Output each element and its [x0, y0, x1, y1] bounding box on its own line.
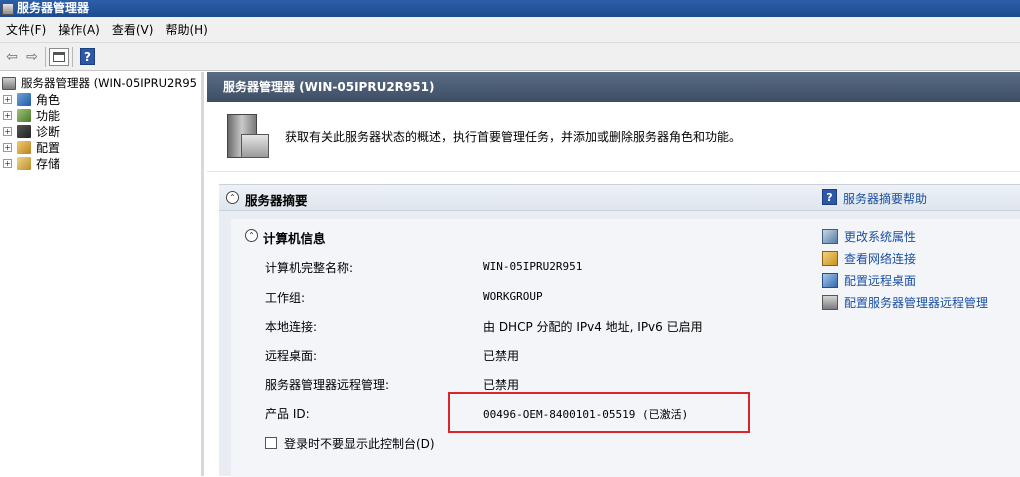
- view-network-connections-link[interactable]: 查看网络连接: [844, 250, 916, 267]
- change-system-properties-link[interactable]: 更改系统属性: [844, 228, 916, 245]
- expand-icon[interactable]: +: [3, 142, 12, 152]
- tree-item-diagnostics[interactable]: + 诊断: [0, 123, 201, 139]
- window-title: 服务器管理器: [17, 1, 90, 15]
- remote-management-label: 服务器管理器远程管理:: [265, 378, 390, 392]
- expand-icon[interactable]: +: [3, 126, 12, 136]
- expand-icon[interactable]: +: [3, 110, 12, 120]
- tree-item-label: 角色: [36, 92, 61, 107]
- tree-item-label: 功能: [36, 108, 61, 123]
- toolbar-separator: [45, 46, 46, 67]
- system-properties-icon: [822, 229, 838, 244]
- hide-console-label[interactable]: 登录时不要显示此控制台(D): [284, 435, 435, 452]
- expand-icon[interactable]: +: [3, 158, 12, 168]
- menu-action[interactable]: 操作(A): [52, 17, 106, 43]
- remote-desktop-value: 已禁用: [483, 349, 520, 363]
- collapse-icon[interactable]: ⌃: [245, 229, 258, 242]
- console-tree: 服务器管理器 (WIN-05IPRU2R95 + 角色 + 功能 + 诊断 + …: [0, 72, 204, 476]
- main-header: 服务器管理器 (WIN-05IPRU2R951): [207, 72, 1020, 102]
- workgroup-label: 工作组:: [265, 291, 306, 305]
- roles-icon: [17, 92, 31, 106]
- features-icon: [17, 108, 31, 122]
- hide-console-checkbox[interactable]: [265, 437, 277, 449]
- server-summary-header: ⌃ 服务器摘要 ? 服务器摘要帮助: [219, 185, 1020, 211]
- server-summary-panel: ⌃ 服务器摘要 ? 服务器摘要帮助 ⌃ 计算机信息 计算机完整名称: WIN-0…: [219, 184, 1020, 477]
- storage-icon: [17, 156, 31, 170]
- network-connections-icon: [822, 251, 838, 266]
- menu-help[interactable]: 帮助(H): [159, 17, 213, 43]
- local-connection-value[interactable]: 由 DHCP 分配的 IPv4 地址, IPv6 已启用: [483, 318, 703, 335]
- server-manager-remote-icon: [822, 295, 838, 310]
- collapse-icon[interactable]: ⌃: [226, 191, 239, 204]
- remote-desktop-label: 远程桌面:: [265, 349, 318, 363]
- computer-info-title: 计算机信息: [263, 231, 326, 246]
- menu-view[interactable]: 查看(V): [106, 17, 160, 43]
- back-arrow-icon[interactable]: ⇦: [2, 47, 22, 67]
- show-hide-console-tree-icon[interactable]: [49, 47, 69, 66]
- toolbar-separator: [72, 46, 73, 67]
- toolbar: ⇦ ⇨ ?: [0, 43, 1020, 71]
- help-icon[interactable]: ?: [80, 48, 95, 65]
- full-computer-name-value: WIN-05IPRU2R951: [483, 260, 583, 273]
- workgroup-value: WORKGROUP: [483, 290, 543, 303]
- tree-root-server-manager[interactable]: 服务器管理器 (WIN-05IPRU2R95: [0, 75, 201, 91]
- full-computer-name-label: 计算机完整名称:: [265, 261, 354, 275]
- server-summary-title: 服务器摘要: [245, 193, 308, 208]
- server-summary-help-link[interactable]: 服务器摘要帮助: [843, 190, 927, 207]
- intro-section: 获取有关此服务器状态的概述，执行首要管理任务，并添加或删除服务器角色和功能。: [207, 102, 1020, 172]
- configuration-icon: [17, 140, 31, 154]
- tree-item-features[interactable]: + 功能: [0, 107, 201, 123]
- title-bar: 服务器管理器: [0, 0, 1020, 17]
- menu-file[interactable]: 文件(F): [0, 17, 52, 43]
- configure-remote-management-link[interactable]: 配置服务器管理器远程管理: [844, 294, 988, 311]
- configure-remote-desktop-link[interactable]: 配置远程桌面: [844, 272, 916, 289]
- tree-item-label: 配置: [36, 140, 61, 155]
- tree-item-label: 存储: [36, 156, 61, 171]
- highlight-box: [448, 392, 750, 433]
- product-id-label: 产品 ID:: [265, 407, 310, 421]
- server-icon: [2, 76, 16, 90]
- tree-item-configuration[interactable]: + 配置: [0, 139, 201, 155]
- diagnostics-icon: [17, 124, 31, 138]
- tree-item-roles[interactable]: + 角色: [0, 91, 201, 107]
- expand-icon[interactable]: +: [3, 94, 12, 104]
- tree-root-label: 服务器管理器 (WIN-05IPRU2R95: [21, 76, 197, 90]
- computer-info-section: ⌃ 计算机信息 计算机完整名称: WIN-05IPRU2R951 工作组: WO…: [231, 219, 1020, 477]
- tree-item-label: 诊断: [36, 124, 61, 139]
- remote-desktop-icon: [822, 273, 838, 288]
- local-connection-label: 本地连接:: [265, 320, 318, 334]
- tree-item-storage[interactable]: + 存储: [0, 155, 201, 171]
- menu-bar: 文件(F) 操作(A) 查看(V) 帮助(H): [0, 17, 1020, 43]
- server-manager-large-icon: [225, 110, 271, 164]
- server-manager-app-icon: [2, 2, 14, 15]
- forward-arrow-icon[interactable]: ⇨: [22, 47, 42, 67]
- intro-text: 获取有关此服务器状态的概述，执行首要管理任务，并添加或删除服务器角色和功能。: [285, 130, 742, 144]
- help-icon: ?: [822, 189, 837, 205]
- main-pane: 服务器管理器 (WIN-05IPRU2R951) 获取有关此服务器状态的概述，执…: [207, 72, 1020, 477]
- remote-management-value: 已禁用: [483, 378, 520, 392]
